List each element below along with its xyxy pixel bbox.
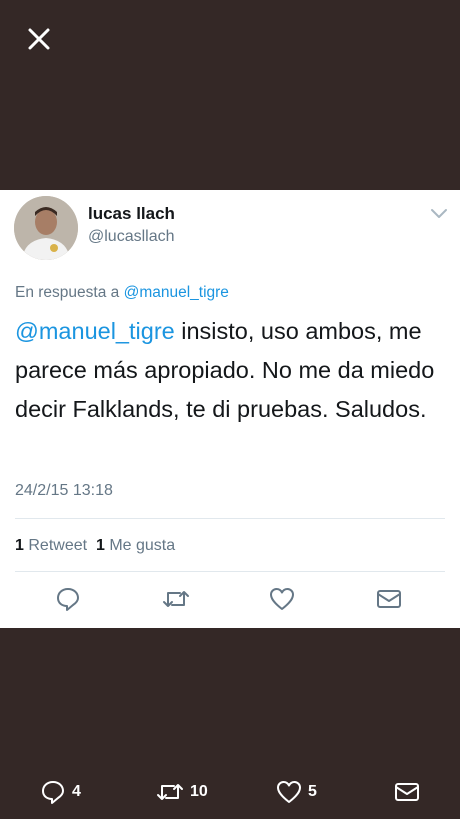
bottom-retweet-button[interactable]: 10 <box>156 776 208 808</box>
tweet-card: lucas llach @lucasllach En respuesta a @… <box>0 190 460 628</box>
bottom-like-button[interactable]: 5 <box>276 776 317 808</box>
reply-count: 4 <box>72 783 81 800</box>
retweet-label[interactable]: Retweet <box>28 537 87 554</box>
timestamp: 24/2/15 13:18 <box>15 482 113 499</box>
retweet-total: 10 <box>190 783 208 800</box>
reply-prefix: En respuesta a <box>15 284 120 301</box>
action-bar <box>0 585 460 615</box>
close-icon <box>28 28 50 50</box>
envelope-icon <box>395 783 419 801</box>
retweet-icon <box>163 591 189 607</box>
bottom-action-bar: 4 10 5 <box>0 776 460 810</box>
bottom-message-button[interactable] <box>394 776 420 808</box>
retweet-icon <box>157 784 183 800</box>
retweet-button[interactable] <box>162 585 190 613</box>
direct-message-button[interactable] <box>375 585 403 613</box>
reply-context: En respuesta a @manuel_tigre <box>15 284 229 302</box>
tweet-text: @manuel_tigre insisto, uso ambos, me par… <box>15 312 450 429</box>
envelope-icon <box>377 590 401 608</box>
retweet-count: 1 <box>15 537 24 554</box>
reply-icon <box>42 781 64 804</box>
like-total: 5 <box>308 783 317 800</box>
divider <box>15 571 445 572</box>
reply-icon <box>57 588 79 611</box>
close-button[interactable] <box>24 24 54 54</box>
reply-button[interactable] <box>54 585 82 613</box>
bottom-reply-button[interactable]: 4 <box>40 776 81 808</box>
divider <box>15 518 445 519</box>
like-label[interactable]: Me gusta <box>109 537 175 554</box>
chevron-down-icon <box>431 209 447 218</box>
reply-to-link[interactable]: @manuel_tigre <box>124 284 229 301</box>
avatar[interactable] <box>14 196 78 260</box>
like-count: 1 <box>95 537 105 554</box>
user-handle[interactable]: @lucasllach <box>88 228 175 246</box>
display-name[interactable]: lucas llach <box>88 204 175 224</box>
heart-icon <box>277 781 301 803</box>
mention-link[interactable]: @manuel_tigre <box>15 318 175 344</box>
more-options-button[interactable] <box>430 206 448 220</box>
heart-icon <box>270 588 294 610</box>
like-button[interactable] <box>268 585 296 613</box>
engagement-stats: 1 Retweet 1 Me gusta <box>15 537 175 555</box>
